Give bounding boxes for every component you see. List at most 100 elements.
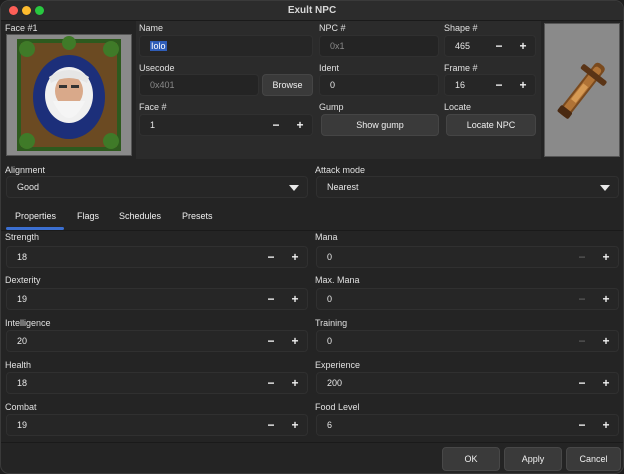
max-mana-label: Max. Mana — [315, 275, 360, 285]
health-label: Health — [5, 360, 32, 370]
strength-increment-button[interactable]: + — [287, 247, 303, 267]
shape-increment-button[interactable]: + — [515, 36, 531, 56]
name-value: Iolo — [150, 41, 167, 51]
training-value: 0 — [327, 336, 333, 346]
training-increment-button[interactable]: + — [598, 331, 614, 351]
npc-number-label: NPC # — [319, 23, 346, 33]
frame-number-stepper[interactable]: 16 − + — [444, 74, 536, 96]
chevron-down-icon — [600, 185, 610, 191]
dexterity-label: Dexterity — [5, 275, 41, 285]
food-level-label: Food Level — [315, 402, 360, 412]
food-level-decrement-button[interactable]: − — [574, 415, 590, 435]
intelligence-label: Intelligence — [5, 318, 51, 328]
food-level-increment-button[interactable]: + — [598, 415, 614, 435]
strength-decrement-button[interactable]: − — [263, 247, 279, 267]
training-stepper[interactable]: 0 − + — [316, 330, 619, 352]
frame-increment-button[interactable]: + — [515, 75, 531, 95]
combat-stepper[interactable]: 19 − + — [6, 414, 308, 436]
experience-decrement-button[interactable]: − — [574, 373, 590, 393]
face-number-label: Face # — [139, 102, 167, 112]
title-bar: Exult NPC — [1, 1, 623, 21]
npc-dialog-window: Exult NPC Face #1 Name Iolo NPC # 0x1 Sh… — [0, 0, 624, 474]
tab-bar-divider — [1, 230, 623, 231]
dexterity-decrement-button[interactable]: − — [263, 289, 279, 309]
dexterity-increment-button[interactable]: + — [287, 289, 303, 309]
usecode-field: 0x401 — [139, 74, 259, 96]
usecode-label: Usecode — [139, 63, 175, 73]
tab-flags[interactable]: Flags — [77, 211, 99, 221]
alignment-select[interactable]: Good — [6, 176, 308, 198]
combat-label: Combat — [5, 402, 37, 412]
ok-button[interactable]: OK — [442, 447, 500, 471]
window-title: Exult NPC — [287, 5, 337, 16]
chevron-down-icon — [289, 185, 299, 191]
tab-properties[interactable]: Properties — [15, 211, 56, 221]
max-mana-decrement-button: − — [578, 292, 586, 306]
intelligence-decrement-button[interactable]: − — [263, 331, 279, 351]
max-mana-stepper[interactable]: 0 − + — [316, 288, 619, 310]
intelligence-increment-button[interactable]: + — [287, 331, 303, 351]
strength-stepper[interactable]: 18 − + — [6, 246, 308, 268]
footer-divider — [1, 442, 623, 443]
face-increment-button[interactable]: + — [292, 115, 308, 135]
max-mana-increment-button[interactable]: + — [598, 289, 614, 309]
intelligence-value: 20 — [17, 336, 28, 346]
frame-number-value: 16 — [455, 80, 466, 90]
bearded-elder-portrait-icon — [17, 36, 121, 151]
ident-field[interactable]: 0 — [319, 74, 439, 96]
tab-schedules[interactable]: Schedules — [119, 211, 161, 221]
alignment-value: Good — [17, 182, 40, 192]
shape-preview[interactable] — [544, 23, 620, 157]
ident-label: Ident — [319, 63, 340, 73]
browse-button[interactable]: Browse — [262, 74, 313, 96]
mana-stepper[interactable]: 0 − + — [316, 246, 619, 268]
name-label: Name — [139, 23, 164, 33]
max-mana-value: 0 — [327, 294, 333, 304]
cancel-button[interactable]: Cancel — [566, 447, 621, 471]
locate-label: Locate — [444, 102, 472, 112]
face-panel-label: Face #1 — [5, 23, 38, 33]
food-level-stepper[interactable]: 6 − + — [316, 414, 619, 436]
health-increment-button[interactable]: + — [287, 373, 303, 393]
experience-stepper[interactable]: 200 − + — [316, 372, 619, 394]
shape-number-label: Shape # — [444, 23, 478, 33]
combat-value: 19 — [17, 420, 28, 430]
strength-value: 18 — [17, 252, 28, 262]
combat-decrement-button[interactable]: − — [263, 415, 279, 435]
attack-mode-label: Attack mode — [315, 165, 366, 175]
food-level-value: 6 — [327, 420, 333, 430]
frame-number-label: Frame # — [444, 63, 478, 73]
health-decrement-button[interactable]: − — [263, 373, 279, 393]
experience-increment-button[interactable]: + — [598, 373, 614, 393]
strength-label: Strength — [5, 232, 40, 242]
shape-decrement-button[interactable]: − — [491, 36, 507, 56]
combat-increment-button[interactable]: + — [287, 415, 303, 435]
training-label: Training — [315, 318, 348, 328]
npc-number-field: 0x1 — [319, 35, 439, 57]
frame-decrement-button[interactable]: − — [491, 75, 507, 95]
health-stepper[interactable]: 18 − + — [6, 372, 308, 394]
alignment-label: Alignment — [5, 165, 46, 175]
attack-mode-select[interactable]: Nearest — [316, 176, 619, 198]
face-decrement-button[interactable]: − — [268, 115, 284, 135]
dexterity-value: 19 — [17, 294, 28, 304]
experience-label: Experience — [315, 360, 361, 370]
experience-value: 200 — [327, 378, 343, 388]
mana-value: 0 — [327, 252, 333, 262]
face-number-stepper[interactable]: 1 − + — [139, 114, 313, 136]
show-gump-button[interactable]: Show gump — [321, 114, 439, 136]
dexterity-stepper[interactable]: 19 − + — [6, 288, 308, 310]
tab-presets[interactable]: Presets — [182, 211, 213, 221]
shape-number-stepper[interactable]: 465 − + — [444, 35, 536, 57]
locate-npc-button[interactable]: Locate NPC — [446, 114, 536, 136]
apply-button[interactable]: Apply — [504, 447, 562, 471]
name-field[interactable]: Iolo — [139, 35, 313, 57]
attack-mode-value: Nearest — [327, 182, 359, 192]
mana-increment-button[interactable]: + — [598, 247, 614, 267]
mana-label: Mana — [315, 232, 338, 242]
intelligence-stepper[interactable]: 20 − + — [6, 330, 308, 352]
shape-number-value: 465 — [455, 41, 471, 51]
gump-label: Gump — [319, 102, 344, 112]
face-portrait[interactable] — [6, 34, 132, 156]
face-number-value: 1 — [150, 120, 156, 130]
